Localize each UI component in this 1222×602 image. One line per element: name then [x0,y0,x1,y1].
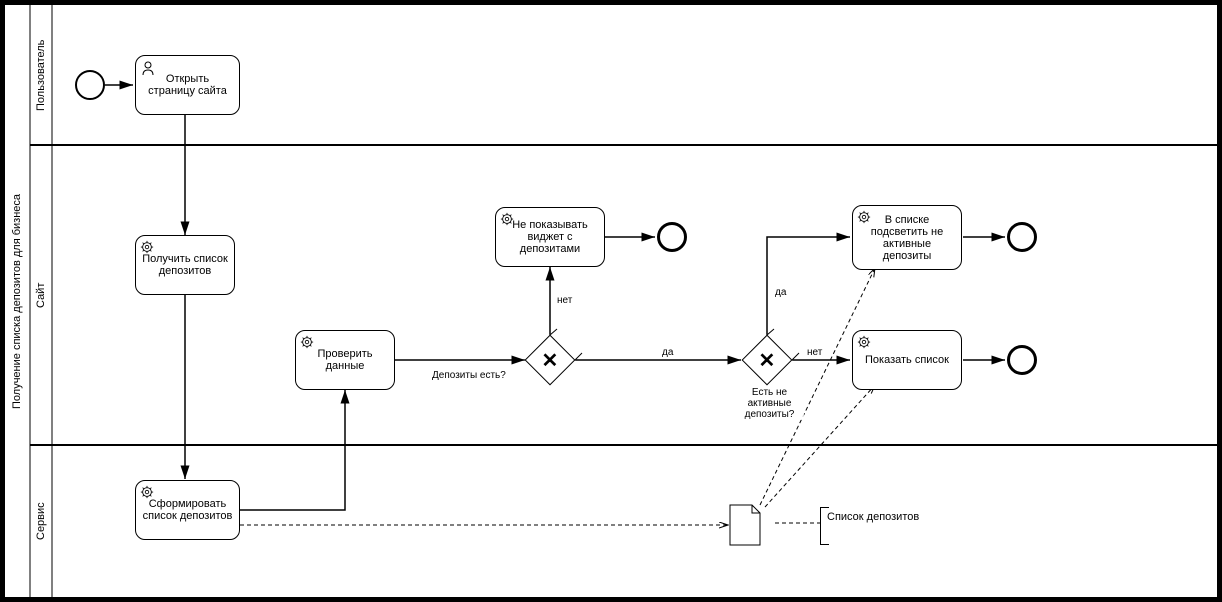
task-form-list[interactable]: Сформировать список депозитов [135,480,240,540]
exclusive-gateway-icon: ✕ [759,347,776,372]
task-highlight-label: В списке подсветить не активные депозиты [859,214,955,262]
gear-icon [300,335,314,352]
user-icon [140,60,156,79]
end-event-3[interactable] [1007,345,1037,375]
lane-site-label: Сайт [32,145,50,445]
task-show-list-label: Показать список [865,354,949,366]
lane-user-label: Пользователь [32,5,50,145]
gear-icon [140,485,154,502]
task-open-page[interactable]: Открыть страницу сайта [135,55,240,115]
end-event-1[interactable] [657,222,687,252]
annotation-deposit-list: Список депозитов [820,507,925,545]
task-get-list-label: Получить список депозитов [142,253,228,277]
edge-yes-2: да [773,287,788,298]
lane-service-label: Сервис [32,445,50,597]
edge-no-2: нет [805,347,824,358]
task-show-list[interactable]: Показать список [852,330,962,390]
end-event-2[interactable] [1007,222,1037,252]
gear-icon [857,335,871,352]
exclusive-gateway-icon: ✕ [542,347,559,372]
gear-icon [140,240,154,257]
task-get-list[interactable]: Получить список депозитов [135,235,235,295]
task-check-data[interactable]: Проверить данные [295,330,395,390]
start-event[interactable] [75,70,105,100]
task-hide-widget-label: Не показывать виджет с депозитами [502,219,598,255]
task-highlight-inactive[interactable]: В списке подсветить не активные депозиты [852,205,962,270]
task-form-list-label: Сформировать список депозитов [142,498,233,522]
gateway-has-inactive-label: Есть не активные депозиты? [735,387,804,420]
gateway-has-deposits-label: Депозиты есть? [430,370,508,381]
edge-yes-1: да [660,347,675,358]
task-hide-widget[interactable]: Не показывать виджет с депозитами [495,207,605,267]
gear-icon [857,210,871,227]
task-check-data-label: Проверить данные [302,348,388,372]
gear-icon [500,212,514,229]
edge-no-1: нет [555,295,574,306]
pool-label: Получение списка депозитов для бизнеса [7,5,27,597]
bpmn-canvas: Получение списка депозитов для бизнеса П… [0,0,1222,602]
